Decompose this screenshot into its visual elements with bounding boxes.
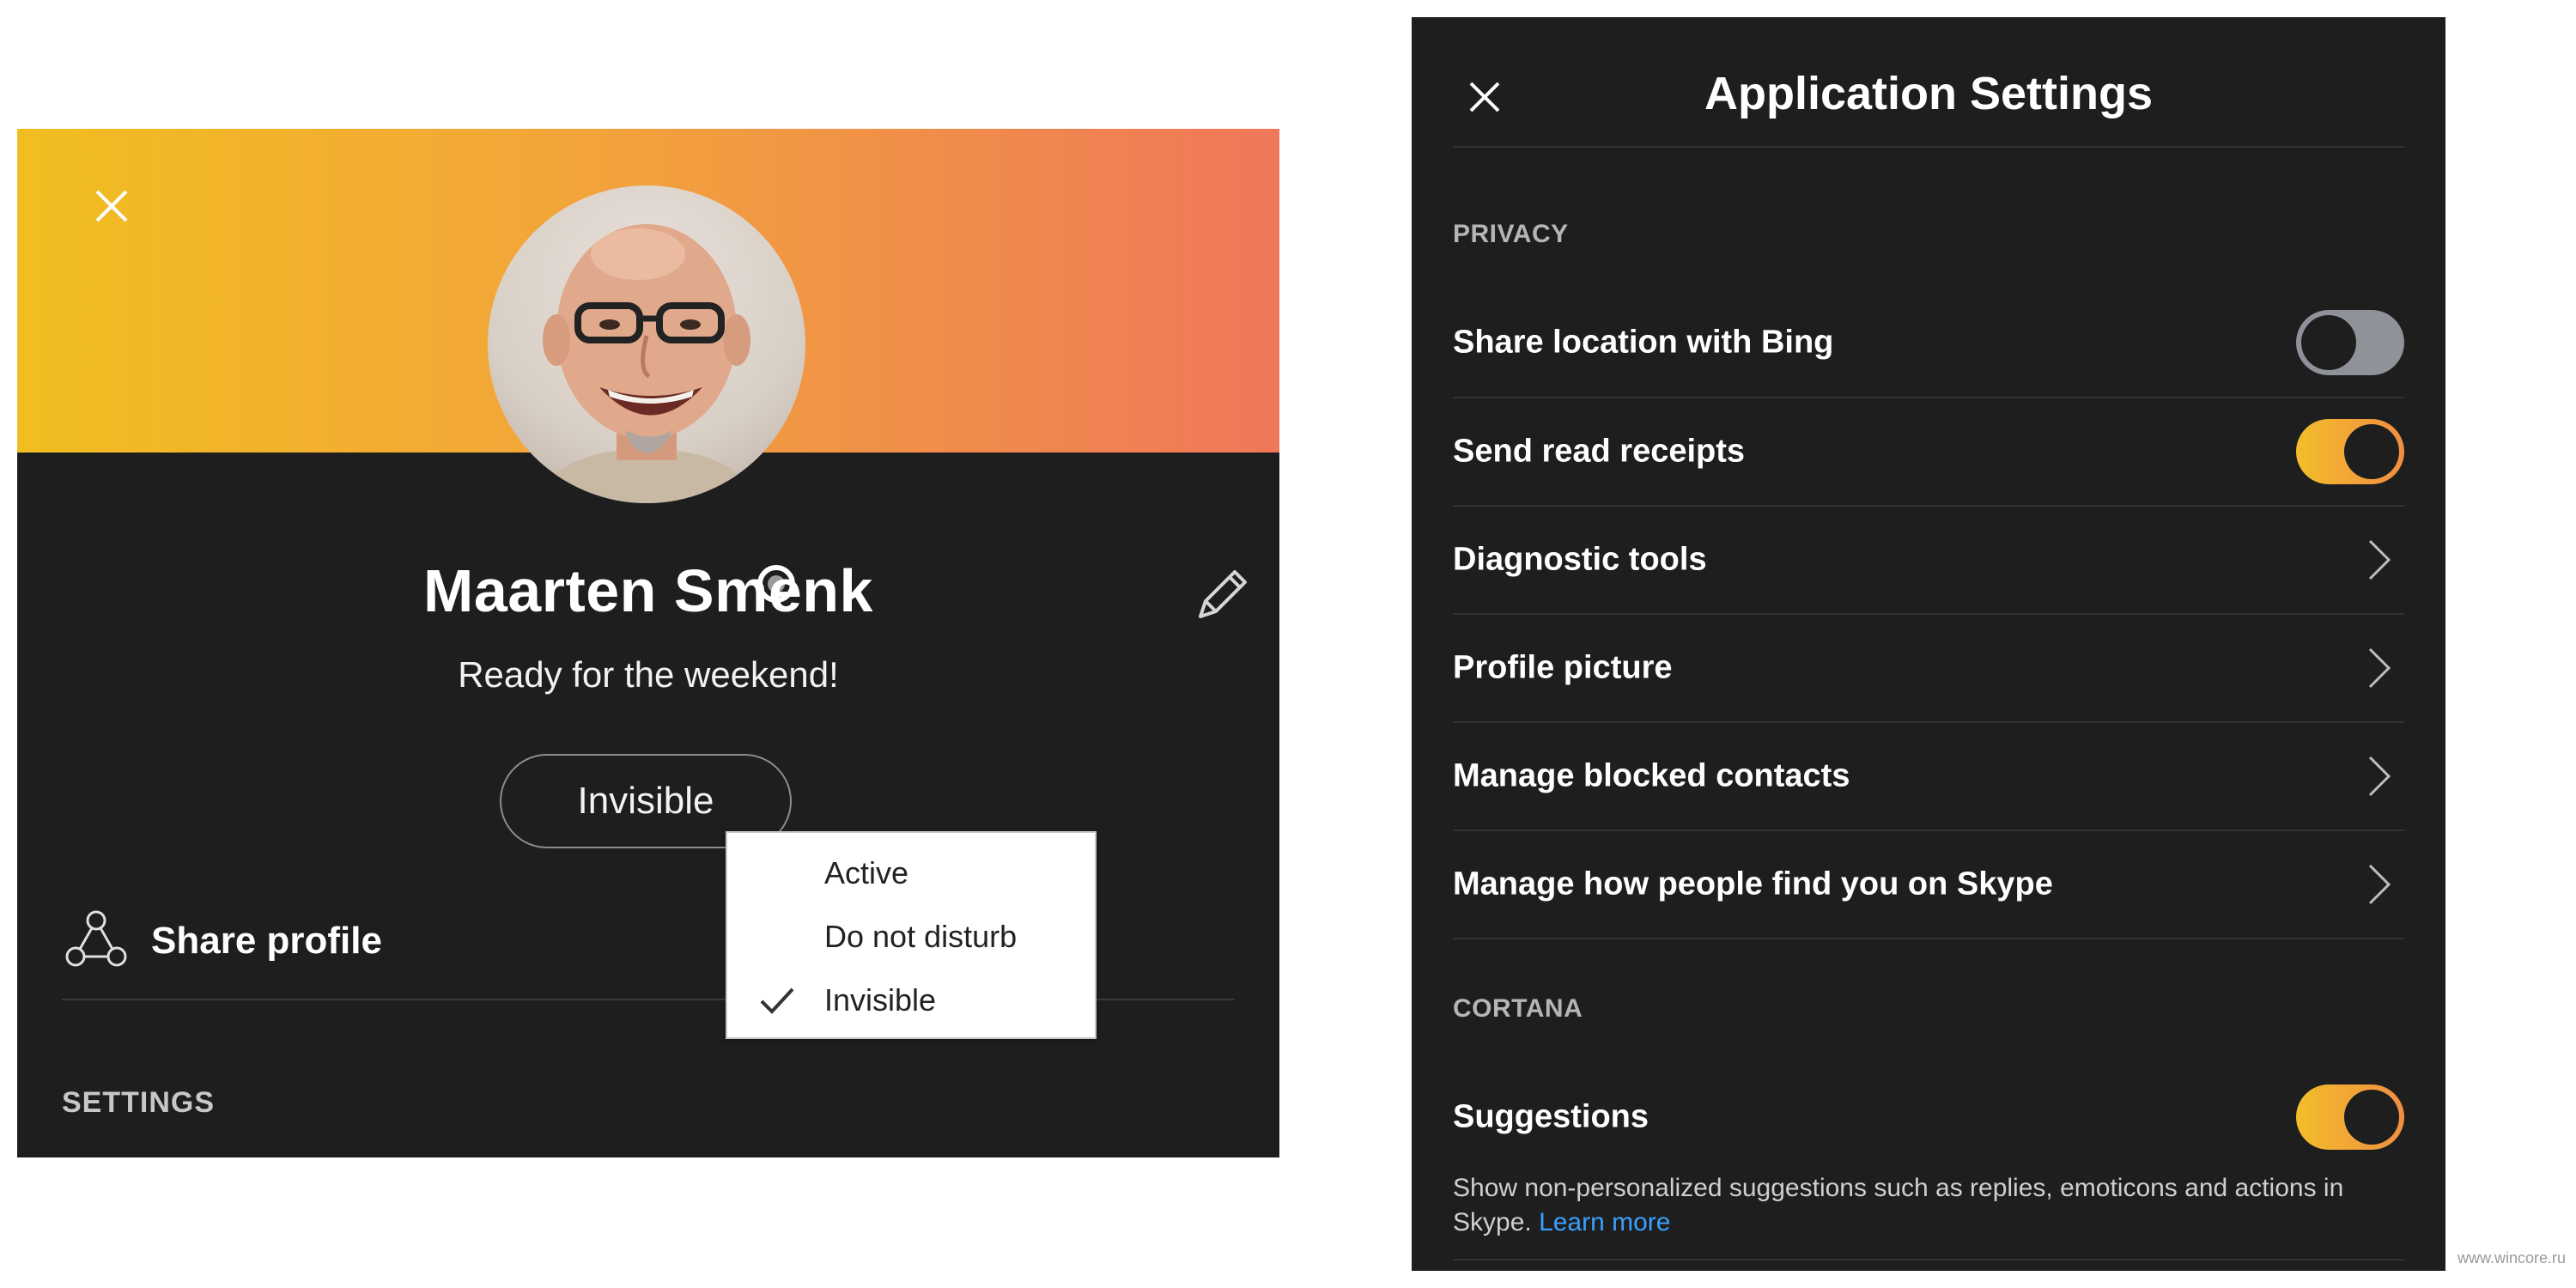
status-option-invisible[interactable]: Invisible — [727, 969, 1095, 1032]
setting-label: Profile picture — [1453, 649, 1673, 686]
pencil-icon — [1199, 570, 1247, 618]
setting-find-on-skype[interactable]: Manage how people find you on Skype — [1453, 831, 2404, 939]
share-profile-button[interactable]: Share profile — [62, 898, 382, 984]
setting-read-receipts[interactable]: Send read receipts — [1453, 398, 2404, 507]
setting-label: Send read receipts — [1453, 433, 1746, 470]
privacy-section-header: PRIVACY — [1453, 220, 1569, 248]
watermark: www.wincore.ru — [2457, 1249, 2566, 1267]
checkmark-icon — [760, 987, 794, 1014]
read-receipts-toggle[interactable] — [2296, 419, 2404, 484]
divider — [1453, 146, 2404, 148]
share-icon — [65, 910, 127, 967]
settings-section-header: SETTINGS — [62, 1086, 216, 1119]
setting-suggestions[interactable]: Suggestions — [1453, 1065, 2404, 1170]
mood-message[interactable]: Ready for the weekend! — [17, 654, 1279, 696]
status-option-active[interactable]: Active — [727, 841, 1095, 905]
chevron-right-icon — [2368, 864, 2391, 905]
share-location-toggle[interactable] — [2296, 310, 2404, 375]
divider — [1453, 1259, 2404, 1261]
status-option-label: Active — [824, 855, 909, 890]
chevron-right-icon — [2368, 756, 2391, 797]
edit-profile-button[interactable] — [1182, 558, 1259, 635]
learn-more-link[interactable]: Learn more — [1539, 1208, 1670, 1236]
suggestions-description: Show non-personalized suggestions such a… — [1453, 1171, 2397, 1240]
setting-share-location[interactable]: Share location with Bing — [1453, 289, 2404, 398]
share-profile-label: Share profile — [151, 920, 382, 962]
application-settings-panel: Application Settings PRIVACY Share locat… — [1412, 17, 2445, 1271]
setting-label: Share location with Bing — [1453, 324, 1834, 361]
suggestions-toggle[interactable] — [2296, 1084, 2404, 1150]
avatar-photo — [522, 224, 771, 503]
page-title: Application Settings — [1704, 68, 2154, 119]
cortana-section-header: CORTANA — [1453, 994, 1583, 1023]
setting-label: Manage how people find you on Skype — [1453, 866, 2053, 902]
status-dropdown-menu: Active Do not disturb Invisible — [726, 831, 1097, 1039]
setting-label: Suggestions — [1453, 1098, 1649, 1135]
chevron-right-icon — [2368, 539, 2391, 580]
profile-name: Maarten Smenk — [423, 557, 873, 624]
status-option-label: Invisible — [824, 982, 937, 1018]
setting-label: Diagnostic tools — [1453, 541, 1707, 578]
profile-close-button[interactable] — [82, 176, 142, 236]
status-option-do-not-disturb[interactable]: Do not disturb — [727, 905, 1095, 969]
setting-label: Manage blocked contacts — [1453, 757, 1850, 794]
close-icon — [95, 190, 128, 222]
status-option-label: Do not disturb — [824, 919, 1018, 954]
setting-diagnostic-tools[interactable]: Diagnostic tools — [1453, 507, 2404, 615]
setting-blocked-contacts[interactable]: Manage blocked contacts — [1453, 723, 2404, 831]
chevron-right-icon — [2368, 647, 2391, 689]
avatar[interactable] — [488, 185, 805, 503]
setting-profile-picture[interactable]: Profile picture — [1453, 615, 2404, 723]
